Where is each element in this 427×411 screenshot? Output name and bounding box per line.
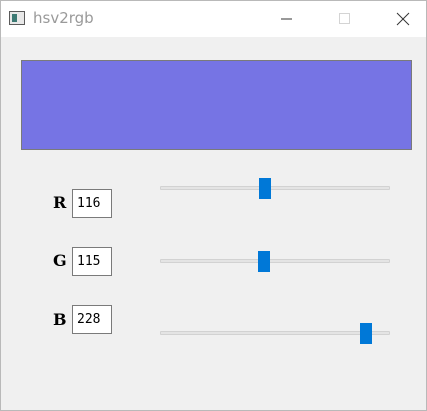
red-label: R [53,193,67,212]
blue-slider-track[interactable] [160,331,390,335]
close-icon [396,12,410,26]
blue-value-input[interactable]: 228 [72,305,112,334]
green-slider-track[interactable] [160,259,390,263]
maximize-button[interactable] [322,1,368,37]
close-button[interactable] [380,1,426,37]
window-title: hsv2rgb [33,9,94,27]
maximize-icon [339,13,350,24]
red-value-input[interactable]: 116 [72,189,112,218]
title-bar[interactable]: hsv2rgb [1,1,426,37]
minimize-button[interactable] [264,1,310,37]
green-value-input[interactable]: 115 [72,247,112,276]
app-window-icon [9,11,25,25]
app-window: hsv2rgb R 116 G 115 B 228 [0,0,427,411]
blue-label: B [53,310,67,329]
green-label: G [53,251,67,270]
minimize-icon [281,18,292,20]
green-slider-thumb[interactable] [257,251,270,272]
red-slider-track[interactable] [160,186,390,190]
color-preview [21,60,412,150]
blue-slider-thumb[interactable] [359,323,372,344]
red-slider-thumb[interactable] [258,178,271,199]
